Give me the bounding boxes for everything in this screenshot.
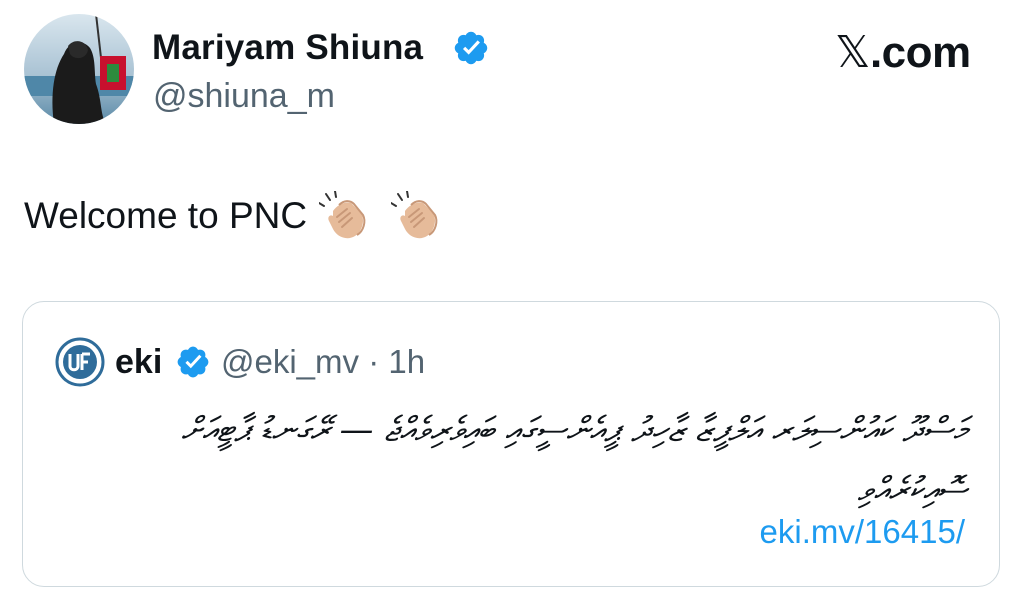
quote-author-handle[interactable]: @eki_mv · 1h [221,340,425,384]
x-logo-suffix: .com [869,28,971,77]
quote-author-name[interactable]: eki [115,340,162,384]
quote-body-text: މަސްދޫ ކައުންސިލަރ އަލްފީޒާ ޒާހިދު ޕީއެނ… [181,410,967,510]
author-handle[interactable]: @shiuna_m [153,74,335,118]
verified-badge-icon [454,31,488,65]
eki-logo-icon[interactable] [55,337,105,387]
quote-link[interactable]: eki.mv/16415/ [760,510,965,554]
x-logo: 𝕏.com [835,28,971,78]
verified-badge-icon [177,346,209,378]
clapping-hands-icon [391,191,438,239]
author-name[interactable]: Mariyam Shiuna [152,26,423,70]
clapping-hands-icon [319,191,366,239]
author-avatar[interactable] [24,14,134,124]
tweet-text: Welcome to PNC [24,190,441,242]
tweet-body: Welcome to PNC [24,195,308,236]
x-logo-glyph: 𝕏 [835,27,870,78]
quoted-tweet-card[interactable]: eki @eki_mv · 1h މަސްދޫ ކައުންސިލަރ އަލް… [22,301,1000,587]
